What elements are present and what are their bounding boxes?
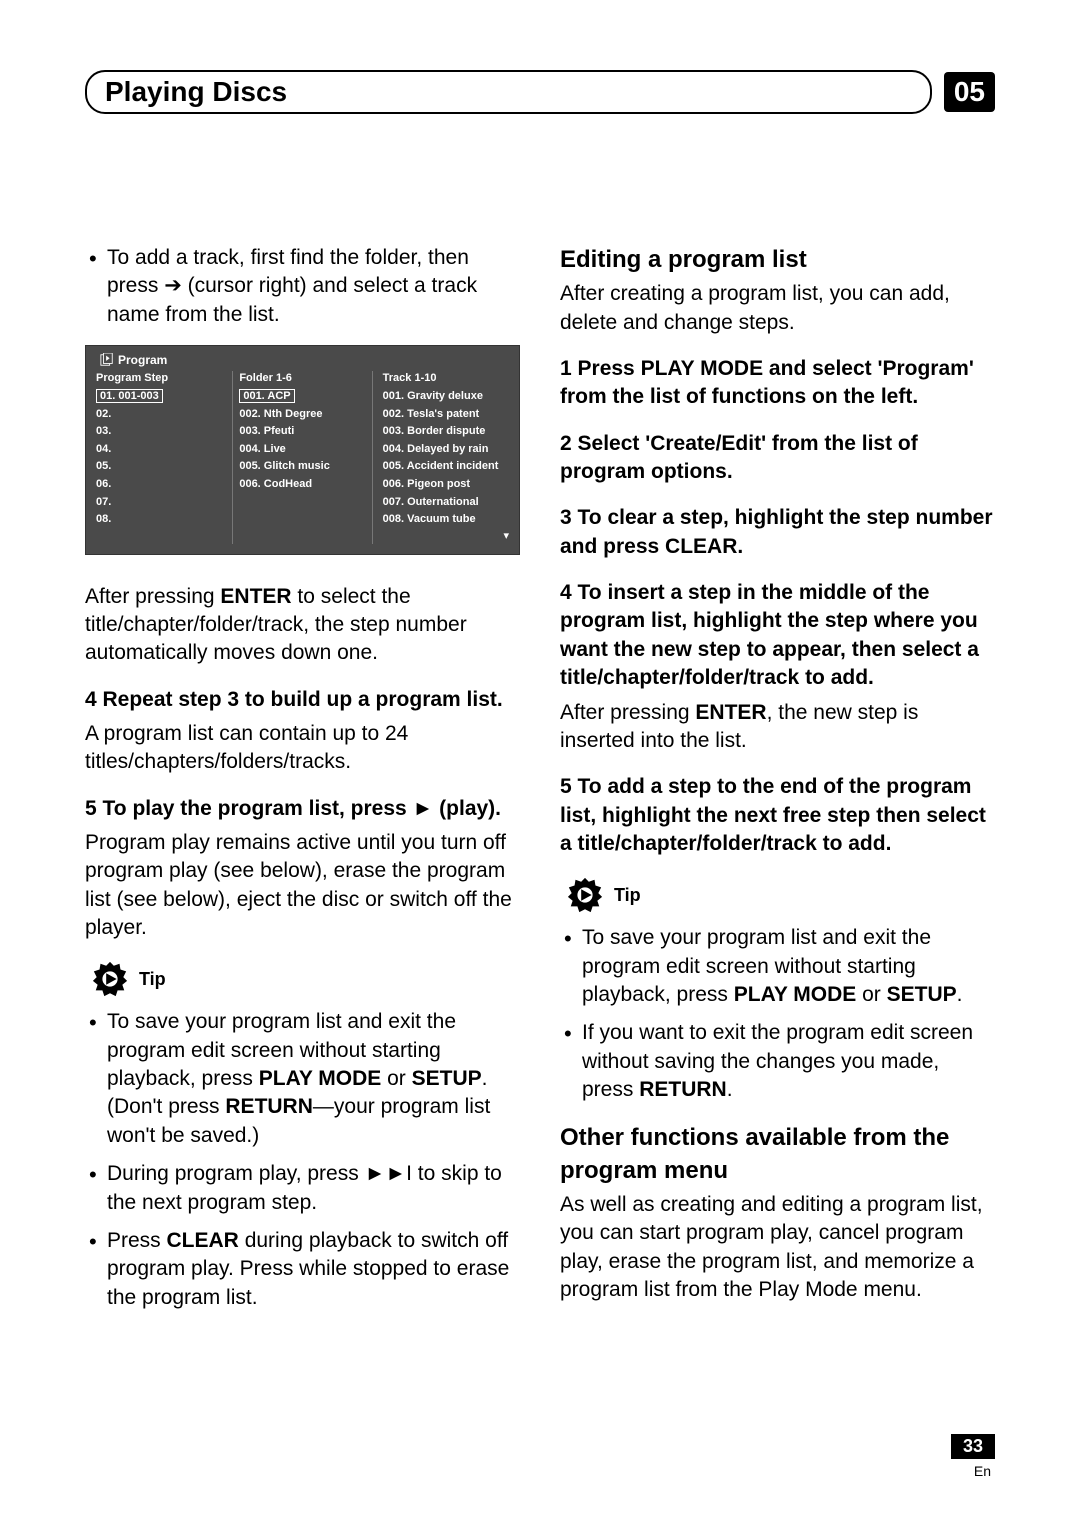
edit-step-3: 3 To clear a step, highlight the step nu… [560,504,995,561]
gear-icon [91,960,129,998]
tip-item: Press CLEAR during playback to switch of… [107,1227,520,1312]
folder-col: Folder 1-6 001. ACP 002. Nth Degree 003.… [232,371,372,543]
left-column: To add a track, first find the folder, t… [85,244,520,1328]
scroll-down-icon: ▾ [383,529,509,544]
tip-heading: Tip [566,876,995,914]
tip-item: To save your program list and exit the p… [107,1008,520,1150]
tip-item: To save your program list and exit the p… [582,924,995,1009]
step-4-heading: 4 Repeat step 3 to build up a program li… [85,686,520,714]
step-5-body: Program play remains active until you tu… [85,829,520,942]
gear-icon [566,876,604,914]
edit-step-2: 2 Select 'Create/Edit' from the list of … [560,430,995,487]
after-enter-text: After pressing ENTER to select the title… [85,583,520,668]
edit-step-5: 5 To add a step to the end of the progra… [560,773,995,858]
edit-step-1: 1 Press PLAY MODE and select 'Program' f… [560,355,995,412]
editing-heading: Editing a program list [560,244,995,276]
chapter-number: 05 [944,72,995,112]
intro-bullet: To add a track, first find the folder, t… [107,244,520,329]
edit-step-4: 4 To insert a step in the middle of the … [560,579,995,692]
tip-heading: Tip [91,960,520,998]
page-header: Playing Discs 05 [85,70,995,114]
page-number: 33 [951,1434,995,1459]
other-functions-heading: Other functions available from the progr… [560,1122,995,1187]
edit-step-4-body: After pressing ENTER, the new step is in… [560,699,995,756]
language-label: En [951,1463,995,1479]
right-column: Editing a program list After creating a … [560,244,995,1328]
page-footer: 33 En [951,1434,995,1479]
track-col: Track 1-10 001. Gravity deluxe 002. Tesl… [383,371,509,543]
editing-intro: After creating a program list, you can a… [560,280,995,337]
tip-item: During program play, press ►►I to skip t… [107,1160,520,1217]
step-5-heading: 5 To play the program list, press ► (pla… [85,795,520,823]
other-functions-body: As well as creating and editing a progra… [560,1191,995,1304]
step-4-body: A program list can contain up to 24 titl… [85,720,520,777]
next-track-icon: ►►I [365,1162,412,1185]
program-screen: Program Program Step 01. 001-003 02. 03.… [85,345,520,555]
program-step-col: Program Step 01. 001-003 02. 03. 04. 05.… [96,371,222,543]
play-icon: ► [413,797,434,820]
play-mode-icon [100,353,114,367]
tip-item: If you want to exit the program edit scr… [582,1019,995,1104]
cursor-right-icon: ➔ [164,274,182,297]
chapter-title: Playing Discs [85,70,932,114]
program-screen-title: Program [96,352,509,368]
